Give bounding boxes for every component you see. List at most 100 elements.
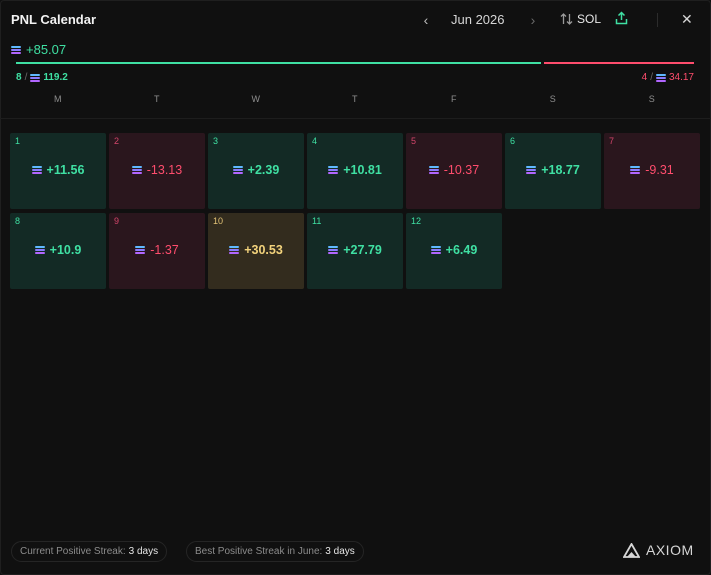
weekday-label: S — [648, 94, 656, 104]
best-streak-value: 3 days — [325, 546, 355, 557]
axiom-logo-icon — [623, 542, 640, 558]
sort-arrows-icon — [560, 13, 573, 25]
day-pnl: -9.31 — [604, 163, 700, 177]
calendar-day-cell[interactable]: 6 +18.77 — [505, 133, 601, 209]
losing-days-amount: 34.17 — [668, 72, 694, 83]
day-number: 2 — [114, 136, 120, 146]
calendar-day-cell[interactable]: 11 +27.79 — [307, 213, 403, 289]
day-pnl: +2.39 — [208, 163, 304, 177]
day-number: 1 — [15, 136, 21, 146]
calendar-day-cell[interactable]: 4 +10.81 — [307, 133, 403, 209]
day-pnl: +27.79 — [307, 243, 403, 257]
solana-icon — [11, 45, 21, 54]
winning-days-amount: 119.2 — [43, 72, 68, 83]
day-pnl-value: -9.31 — [645, 163, 674, 177]
solana-icon — [135, 246, 146, 254]
positive-ratio-bar — [16, 62, 541, 64]
weekday-label: W — [251, 94, 261, 104]
day-pnl: +10.81 — [307, 163, 403, 177]
prev-month-button[interactable]: ‹ — [419, 12, 433, 28]
brand-logo: AXIOM — [623, 542, 694, 558]
share-button[interactable] — [615, 11, 628, 30]
solana-icon — [131, 166, 142, 174]
solana-icon — [630, 166, 641, 174]
calendar-day-cell[interactable]: 7 -9.31 — [604, 133, 700, 209]
solana-icon — [430, 246, 441, 254]
calendar-day-cell[interactable]: 10 +30.53 — [208, 213, 304, 289]
calendar-day-cell[interactable]: 3 +2.39 — [208, 133, 304, 209]
winning-days-count: 8 — [16, 72, 22, 83]
current-streak-label: Current Positive Streak: — [20, 546, 126, 557]
weekday-label: S — [549, 94, 557, 104]
solana-icon — [34, 246, 45, 254]
weekday-label: T — [352, 94, 358, 104]
day-number: 3 — [213, 136, 219, 146]
close-button[interactable]: ✕ — [681, 11, 693, 28]
day-number: 4 — [312, 136, 318, 146]
solana-icon — [229, 246, 240, 254]
share-upload-icon — [615, 11, 628, 25]
day-number: 12 — [411, 216, 422, 226]
panel-title: PNL Calendar — [11, 12, 97, 27]
currency-toggle[interactable]: SOL — [560, 12, 601, 26]
day-pnl: -1.37 — [109, 243, 205, 257]
calendar-day-cell[interactable]: 12 +6.49 — [406, 213, 502, 289]
day-pnl-value: +30.53 — [244, 243, 283, 257]
current-streak-badge: Current Positive Streak: 3 days — [11, 541, 168, 562]
solana-icon — [428, 166, 439, 174]
calendar-day-cell[interactable]: 1 +11.56 — [10, 133, 106, 209]
day-pnl: +10.9 — [10, 243, 106, 257]
solana-icon — [31, 166, 42, 174]
day-pnl-value: +2.39 — [247, 163, 280, 177]
day-pnl-value: +10.81 — [343, 163, 382, 177]
solana-icon — [655, 73, 666, 82]
losing-days-summary: 4 / 34.17 — [642, 72, 694, 83]
losses-separator: / — [650, 72, 653, 83]
day-pnl-value: +11.56 — [46, 163, 85, 177]
day-number: 8 — [15, 216, 21, 226]
day-number: 9 — [114, 216, 120, 226]
day-number: 6 — [510, 136, 516, 146]
solana-icon — [328, 246, 339, 254]
day-pnl: -10.37 — [406, 163, 502, 177]
calendar-day-cell[interactable]: 9 -1.37 — [109, 213, 205, 289]
solana-icon — [328, 166, 339, 174]
wins-separator: / — [24, 72, 28, 83]
day-pnl-value: -10.37 — [443, 163, 480, 177]
calendar-day-cell[interactable]: 8 +10.9 — [10, 213, 106, 289]
day-pnl-value: +6.49 — [445, 243, 478, 257]
weekday-label: M — [54, 94, 62, 104]
day-pnl-value: -1.37 — [150, 243, 179, 257]
next-month-button[interactable]: › — [526, 12, 540, 28]
best-streak-label: Best Positive Streak in June: — [195, 546, 323, 557]
best-streak-badge: Best Positive Streak in June: 3 days — [186, 541, 364, 562]
day-pnl-value: +10.9 — [49, 243, 82, 257]
day-pnl-value: +27.79 — [343, 243, 382, 257]
calendar-day-cell[interactable]: 5 -10.37 — [406, 133, 502, 209]
day-pnl-value: -13.13 — [146, 163, 183, 177]
total-pnl: +85.07 — [11, 42, 66, 57]
header-separator — [0, 118, 711, 119]
current-month: Jun 2026 — [451, 12, 505, 27]
day-number: 5 — [411, 136, 417, 146]
solana-icon — [232, 166, 243, 174]
day-number: 7 — [609, 136, 615, 146]
currency-label: SOL — [577, 12, 602, 26]
day-pnl-value: +18.77 — [541, 163, 580, 177]
day-pnl: +6.49 — [406, 243, 502, 257]
day-number: 11 — [312, 216, 322, 226]
weekday-label: T — [154, 94, 160, 104]
solana-icon — [526, 166, 537, 174]
losing-days-count: 4 — [641, 72, 648, 83]
total-pnl-value: +85.07 — [26, 42, 67, 57]
day-pnl: +11.56 — [10, 163, 106, 177]
header-divider — [657, 13, 658, 27]
negative-ratio-bar — [544, 62, 694, 64]
solana-icon — [30, 73, 41, 82]
calendar-day-cell[interactable]: 2 -13.13 — [109, 133, 205, 209]
day-pnl: +30.53 — [208, 243, 304, 257]
day-number: 10 — [213, 216, 224, 226]
brand-name: AXIOM — [646, 542, 694, 558]
day-pnl: +18.77 — [505, 163, 601, 177]
winning-days-summary: 8 / 119.2 — [16, 72, 68, 83]
